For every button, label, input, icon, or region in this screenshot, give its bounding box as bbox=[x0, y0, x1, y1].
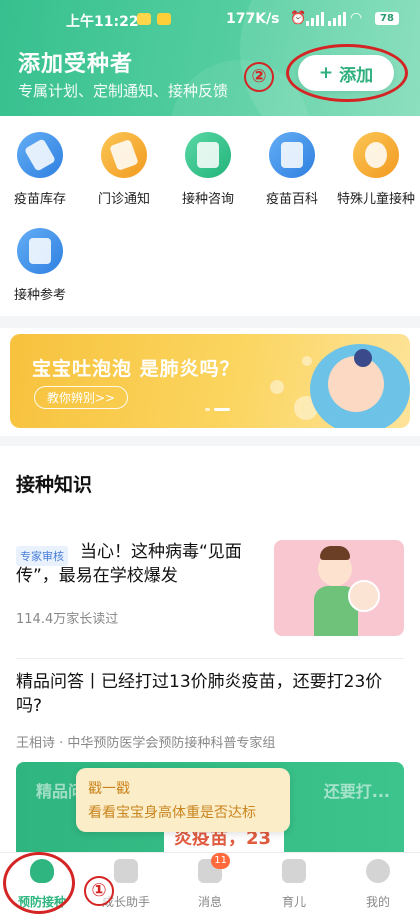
service-label: 疫苗库存 bbox=[13, 192, 66, 207]
service-clinic-notice[interactable]: 门诊通知 bbox=[84, 132, 164, 207]
wifi-icon: ◠ bbox=[350, 10, 363, 26]
vaccine-shield-icon bbox=[30, 859, 54, 883]
parenting-book-icon bbox=[282, 859, 306, 883]
promo-banner[interactable]: 宝宝吐泡泡 是肺炎吗？ 教你辨别>> bbox=[10, 334, 410, 428]
plus-icon: + bbox=[318, 63, 334, 83]
tooltip-text: 看看宝宝身高体重是否达标 bbox=[88, 805, 256, 821]
services-grid: 疫苗库存 门诊通知 接种咨询 疫苗百科 特殊儿童接种 接种参考 bbox=[0, 118, 420, 316]
nav-label: 育儿 bbox=[281, 895, 306, 909]
app-notification-icon bbox=[157, 13, 171, 25]
service-label: 特殊儿童接种 bbox=[336, 192, 415, 207]
add-recipient-subtitle: 专属计划、定制通知、接种反馈 bbox=[18, 82, 229, 100]
header: 上午11:22 177K/s ⏰ ◠ 78 添加受种者 专属计划、定制通知、接种… bbox=[0, 0, 420, 116]
service-consult[interactable]: 接种咨询 bbox=[168, 132, 248, 207]
consult-phone-icon bbox=[185, 132, 231, 178]
alarm-icon: ⏰ bbox=[290, 11, 307, 26]
signal-icon bbox=[306, 12, 324, 26]
bubble-decoration bbox=[302, 356, 312, 366]
profile-icon bbox=[366, 859, 390, 883]
annotation-marker-1: ① bbox=[84, 876, 114, 906]
message-badge: 11 bbox=[211, 853, 230, 869]
signal-icon bbox=[328, 12, 346, 26]
bubble-decoration bbox=[270, 380, 284, 394]
network-speed: 177K/s bbox=[226, 11, 280, 27]
pagination-dot-active bbox=[214, 408, 230, 411]
pagination-dot bbox=[205, 408, 210, 411]
add-button-label: 添加 bbox=[339, 65, 374, 86]
service-vaccine-encyclopedia[interactable]: 疫苗百科 bbox=[252, 132, 332, 207]
girl-holding-baby-illustration bbox=[274, 540, 404, 636]
nav-item-parenting[interactable]: 育儿 bbox=[252, 859, 336, 910]
section-divider bbox=[0, 436, 420, 446]
battery-icon: 78 bbox=[375, 12, 399, 25]
nav-label: 我的 bbox=[365, 895, 390, 909]
nav-item-profile[interactable]: 我的 bbox=[336, 859, 420, 910]
clinic-notice-icon bbox=[101, 132, 147, 178]
baby-hair bbox=[354, 349, 372, 367]
expert-review-badge: 专家审核 bbox=[16, 546, 68, 566]
annotation-marker-2: ② bbox=[244, 62, 274, 92]
add-recipient-title[interactable]: 添加受种者 bbox=[18, 46, 133, 78]
vaccine-stock-icon bbox=[17, 132, 63, 178]
nav-label: 预防接种 bbox=[17, 895, 66, 909]
service-special-child[interactable]: 特殊儿童接种 bbox=[336, 132, 416, 207]
nav-item-vaccination[interactable]: 预防接种 bbox=[0, 859, 84, 910]
app-notification-icon bbox=[137, 13, 151, 25]
section-divider bbox=[0, 316, 420, 328]
growth-tooltip[interactable]: 戳一戳 看看宝宝身高体重是否达标 bbox=[76, 768, 290, 832]
service-vaccine-stock[interactable]: 疫苗库存 bbox=[0, 132, 80, 207]
service-label: 接种参考 bbox=[13, 288, 66, 303]
status-bar: 上午11:22 177K/s ⏰ ◠ 78 bbox=[0, 0, 420, 36]
growth-chart-icon bbox=[114, 859, 138, 883]
nav-item-messages[interactable]: 11 消息 bbox=[168, 853, 252, 910]
service-label: 疫苗百科 bbox=[265, 192, 318, 207]
service-label: 接种咨询 bbox=[181, 192, 234, 207]
status-time: 上午11:22 bbox=[66, 14, 139, 30]
banner-title: 宝宝吐泡泡 是肺炎吗？ bbox=[32, 358, 240, 380]
banner-link[interactable]: 教你辨别>> bbox=[34, 386, 129, 409]
article-read-count: 114.4万家长读过 bbox=[16, 612, 119, 627]
article-author: 王相诗 · 中华预防医学会预防接种科普专家组 bbox=[16, 736, 276, 751]
tooltip-title: 戳一戳 bbox=[88, 781, 130, 797]
service-reference[interactable]: 接种参考 bbox=[0, 228, 80, 303]
message-icon: 11 bbox=[198, 853, 230, 883]
service-label: 门诊通知 bbox=[97, 192, 150, 207]
article-card[interactable]: 当心！这种病毒“见面传”，最易在学校爆发 专家审核 114.4万家长读过 bbox=[0, 530, 420, 654]
reference-doc-icon bbox=[17, 228, 63, 274]
bottom-navigation: 预防接种 成长助手 11 消息 育儿 我的 bbox=[0, 852, 420, 916]
knowledge-section-title: 接种知识 bbox=[16, 474, 93, 496]
special-child-icon bbox=[353, 132, 399, 178]
article-divider bbox=[16, 658, 404, 659]
banner-pagination bbox=[205, 408, 230, 411]
nav-label: 消息 bbox=[197, 895, 222, 909]
add-recipient-button[interactable]: + 添加 bbox=[298, 55, 394, 91]
article-title[interactable]: 精品问答丨已经打过13价肺炎疫苗，还要打23价吗? bbox=[16, 670, 404, 718]
article-image-text: 还要打... bbox=[323, 782, 390, 801]
vaccine-book-icon bbox=[269, 132, 315, 178]
